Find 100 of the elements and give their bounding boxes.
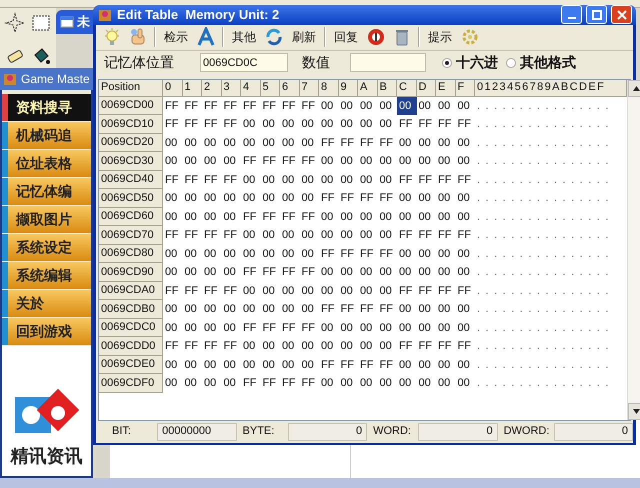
hex-cell[interactable]: FF [280, 96, 300, 115]
hex-cell[interactable]: FF [260, 263, 280, 282]
hex-cell[interactable]: FF [202, 96, 222, 115]
hex-cell[interactable]: FF [202, 226, 222, 244]
hex-cell[interactable]: FF [163, 115, 182, 134]
hex-cell[interactable]: FF [300, 374, 319, 392]
hex-cell[interactable]: FF [260, 318, 280, 337]
menu-item[interactable]: 系统编辑 [8, 262, 91, 289]
address-field[interactable]: 0069CD0C [200, 53, 288, 72]
hex-cell[interactable]: 00 [300, 282, 319, 300]
hex-cell[interactable]: 00 [241, 244, 260, 263]
hex-cell[interactable]: FF [222, 226, 241, 244]
hex-cell[interactable]: 00 [397, 263, 416, 282]
hex-cell[interactable]: 00 [397, 208, 416, 226]
hex-cell[interactable]: 00 [319, 337, 338, 356]
hex-cell[interactable]: 00 [319, 282, 338, 300]
hex-cell[interactable]: FF [397, 170, 416, 189]
hex-cell[interactable]: 00 [300, 115, 319, 134]
hex-cell[interactable]: FF [280, 318, 300, 337]
hex-cell[interactable]: 00 [222, 152, 241, 170]
hex-cell[interactable]: 00 [319, 263, 338, 282]
hex-cell[interactable]: FF [260, 96, 280, 115]
hex-cell[interactable]: 00 [280, 226, 300, 244]
hex-cell[interactable]: 00 [338, 374, 358, 392]
hex-cell[interactable]: FF [280, 263, 300, 282]
hex-cell[interactable]: 00 [163, 318, 182, 337]
hex-cell[interactable]: 00 [397, 300, 416, 318]
hex-cell[interactable]: 00 [397, 189, 416, 208]
hex-cell[interactable]: 00 [416, 152, 436, 170]
hex-cell[interactable]: FF [182, 282, 202, 300]
hex-cell[interactable]: 00 [163, 152, 182, 170]
hex-cell[interactable]: 00 [182, 374, 202, 392]
hex-cell[interactable]: 00 [182, 134, 202, 152]
hex-cell[interactable]: 00 [182, 208, 202, 226]
hex-cell[interactable]: 00 [378, 226, 397, 244]
hex-cell[interactable]: FF [378, 189, 397, 208]
menu-item[interactable]: 资料搜寻 [8, 94, 91, 121]
hex-cell[interactable]: 00 [182, 263, 202, 282]
hex-cell[interactable]: FF [456, 115, 475, 134]
hex-cell[interactable]: 00 [260, 337, 280, 356]
value-field[interactable] [350, 53, 426, 72]
hex-cell[interactable]: 00 [222, 318, 241, 337]
hex-cell[interactable]: 00 [456, 244, 475, 263]
hex-cell[interactable]: 00 [338, 96, 358, 115]
hex-cell[interactable]: 00 [319, 152, 338, 170]
hex-cell[interactable]: 00 [416, 189, 436, 208]
hex-cell[interactable]: FF [222, 170, 241, 189]
hex-cell[interactable]: FF [300, 318, 319, 337]
toolbar-button[interactable]: 提示 [426, 28, 454, 46]
hex-cell[interactable]: 00 [436, 244, 456, 263]
hex-cell[interactable]: 00 [378, 152, 397, 170]
hex-cell[interactable]: 00 [456, 96, 475, 115]
hex-cell[interactable]: FF [319, 244, 338, 263]
hex-cell[interactable]: 00 [260, 356, 280, 374]
hex-cell[interactable]: 00 [222, 189, 241, 208]
hex-cell[interactable]: 00 [163, 244, 182, 263]
hex-cell[interactable]: FF [182, 96, 202, 115]
hex-cell[interactable]: 00 [300, 244, 319, 263]
hex-cell[interactable]: 00 [241, 337, 260, 356]
hex-cell[interactable]: 00 [260, 134, 280, 152]
hex-cell[interactable]: FF [378, 134, 397, 152]
hex-cell[interactable]: 00 [163, 356, 182, 374]
hex-cell[interactable]: FF [436, 226, 456, 244]
hex-cell[interactable]: 00 [241, 134, 260, 152]
menu-item[interactable]: 回到游戏 [8, 318, 91, 345]
hex-cell[interactable]: 00 [222, 356, 241, 374]
hex-cell[interactable]: FF [319, 134, 338, 152]
menu-item[interactable]: 关於 [8, 290, 91, 317]
hex-cell[interactable]: 00 [202, 318, 222, 337]
hex-cell[interactable]: 00 [436, 263, 456, 282]
hex-cell[interactable]: FF [436, 115, 456, 134]
hex-cell[interactable]: 00 [300, 170, 319, 189]
hex-cell[interactable]: 00 [456, 374, 475, 392]
hex-cell[interactable]: FF [163, 337, 182, 356]
hex-cell[interactable]: FF [222, 337, 241, 356]
hex-cell[interactable]: FF [280, 208, 300, 226]
hex-cell[interactable]: FF [222, 115, 241, 134]
hex-cell[interactable]: 00 [358, 374, 378, 392]
hex-cell[interactable]: 00 [416, 244, 436, 263]
hex-cell[interactable]: 00 [456, 134, 475, 152]
hex-cell[interactable]: FF [260, 374, 280, 392]
hex-cell[interactable]: 00 [338, 337, 358, 356]
hex-cell[interactable]: FF [436, 282, 456, 300]
hex-cell[interactable]: FF [241, 96, 260, 115]
hex-cell[interactable]: FF [338, 134, 358, 152]
hex-cell[interactable]: 00 [397, 152, 416, 170]
hex-cell[interactable]: 00 [182, 300, 202, 318]
hex-cell[interactable]: 00 [163, 208, 182, 226]
hex-cell[interactable]: 00 [358, 208, 378, 226]
hex-cell[interactable]: FF [456, 226, 475, 244]
hex-cell[interactable]: FF [436, 337, 456, 356]
hex-cell[interactable]: 00 [338, 170, 358, 189]
hex-cell[interactable]: 00 [378, 96, 397, 115]
hex-cell[interactable]: 00 [260, 170, 280, 189]
hex-cell[interactable]: 00 [241, 356, 260, 374]
hex-cell[interactable]: 00 [300, 226, 319, 244]
hex-cell[interactable]: FF [163, 226, 182, 244]
hex-cell[interactable]: 00 [456, 300, 475, 318]
hex-cell[interactable]: 00 [436, 152, 456, 170]
hex-cell[interactable]: FF [456, 337, 475, 356]
